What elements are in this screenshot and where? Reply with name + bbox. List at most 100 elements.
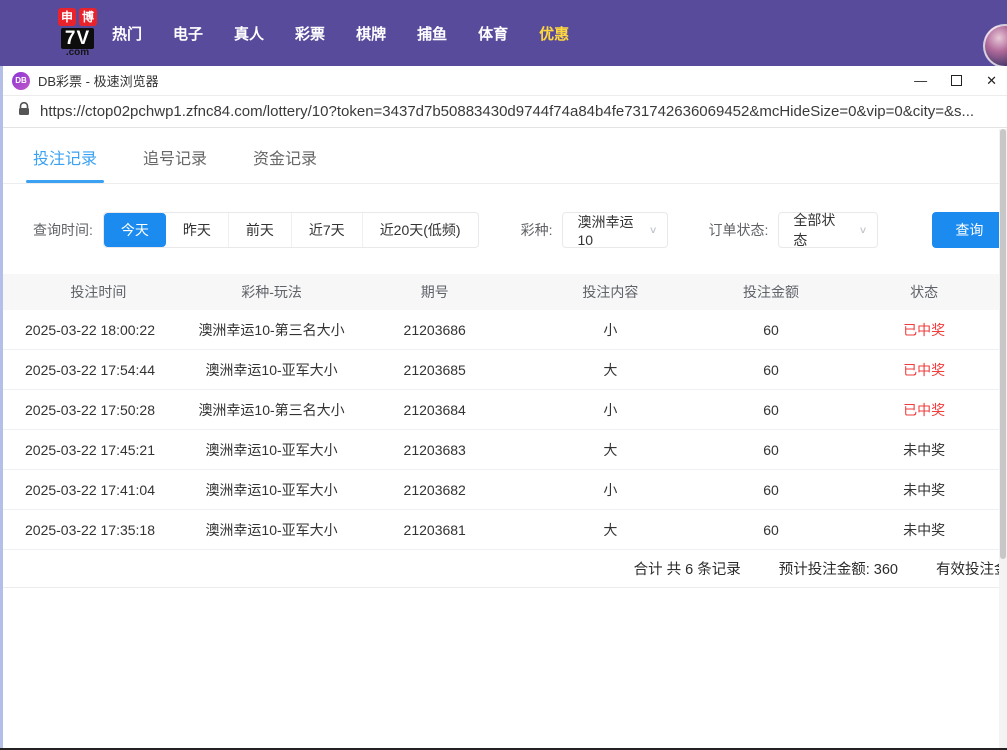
maximize-icon[interactable] bbox=[951, 75, 962, 86]
url-text: https://ctop02pchwp1.zfnc84.com/lottery/… bbox=[40, 103, 974, 120]
chevron-down-icon: ∨ bbox=[649, 224, 658, 235]
window-left-edge bbox=[0, 66, 3, 748]
cell-status: 已中奖 bbox=[841, 320, 1007, 340]
lock-icon bbox=[18, 102, 30, 121]
user-avatar[interactable] bbox=[983, 24, 1007, 68]
cell-status: 未中奖 bbox=[841, 520, 1007, 540]
nav-item[interactable]: 热门 bbox=[112, 23, 142, 44]
logo-badge-left: 申 bbox=[58, 8, 76, 26]
summary-valid: 有效投注金额 bbox=[936, 558, 1007, 579]
cell-issue-number: 21203686 bbox=[349, 322, 520, 338]
nav-item[interactable]: 棋牌 bbox=[356, 23, 386, 44]
chevron-down-icon: ∨ bbox=[859, 224, 868, 235]
table-header-cell: 期号 bbox=[349, 282, 520, 302]
cell-bet-amount: 60 bbox=[701, 322, 842, 338]
nav-item[interactable]: 电子 bbox=[173, 23, 203, 44]
tab[interactable]: 投注记录 bbox=[33, 145, 97, 183]
time-filter-option[interactable]: 昨天 bbox=[166, 213, 228, 247]
cell-issue-number: 21203685 bbox=[349, 362, 520, 378]
order-status-select[interactable]: 全部状态 ∨ bbox=[778, 212, 878, 248]
bet-table: 投注时间彩种-玩法期号投注内容投注金额状态 2025-03-22 18:00:2… bbox=[3, 274, 1007, 550]
table-header-row: 投注时间彩种-玩法期号投注内容投注金额状态 bbox=[3, 274, 1007, 310]
time-filter-option[interactable]: 今天 bbox=[104, 213, 166, 247]
table-row[interactable]: 2025-03-22 17:41:04 澳洲幸运10-亚军大小 21203682… bbox=[3, 470, 1007, 510]
cell-bet-time: 2025-03-22 17:50:28 bbox=[3, 402, 194, 418]
cell-issue-number: 21203682 bbox=[349, 482, 520, 498]
table-header-cell: 状态 bbox=[841, 282, 1007, 302]
minimize-icon[interactable]: — bbox=[914, 74, 927, 87]
screen: 申 博 7V .com 热门 电子 真人 彩票 棋牌 捕鱼 体育 优惠 DB DB彩票 - 极… bbox=[0, 0, 1007, 750]
site-nav-items: 热门 电子 真人 彩票 棋牌 捕鱼 体育 优惠 bbox=[112, 23, 569, 44]
nav-item[interactable]: 真人 bbox=[234, 23, 264, 44]
filter-row: 查询时间: 今天昨天前天近7天近20天(低频) 彩种: 澳洲幸运10 ∨ 订单状… bbox=[33, 212, 1007, 248]
lottery-select[interactable]: 澳洲幸运10 ∨ bbox=[562, 212, 668, 248]
scrollbar-thumb[interactable] bbox=[1000, 129, 1006, 559]
cell-bet-amount: 60 bbox=[701, 402, 842, 418]
cell-status: 未中奖 bbox=[841, 440, 1007, 460]
nav-item[interactable]: 彩票 bbox=[295, 23, 325, 44]
logo-badges: 申 博 bbox=[58, 8, 97, 26]
cell-bet-amount: 60 bbox=[701, 362, 842, 378]
time-filter-option[interactable]: 近20天(低频) bbox=[362, 213, 478, 247]
nav-item[interactable]: 体育 bbox=[478, 23, 508, 44]
page-content: 投注记录 追号记录 资金记录 查询时间: 今天昨天前天近7天近20天(低频) 彩种:… bbox=[3, 129, 1007, 748]
cell-game-play: 澳洲幸运10-亚军大小 bbox=[194, 360, 350, 380]
nav-item[interactable]: 捕鱼 bbox=[417, 23, 447, 44]
logo-name: 7V bbox=[61, 28, 94, 49]
summary-total: 合计 共 6 条记录 bbox=[634, 558, 741, 579]
site-logo[interactable]: 申 博 7V .com bbox=[58, 8, 97, 58]
cell-game-play: 澳洲幸运10-第三名大小 bbox=[194, 400, 350, 420]
record-tabs: 投注记录 追号记录 资金记录 bbox=[3, 129, 1007, 184]
cell-game-play: 澳洲幸运10-亚军大小 bbox=[194, 520, 350, 540]
cell-bet-content: 大 bbox=[520, 360, 701, 380]
tab[interactable]: 资金记录 bbox=[253, 145, 317, 183]
search-button[interactable]: 查询 bbox=[932, 212, 1006, 248]
browser-favicon-icon: DB bbox=[12, 72, 30, 90]
browser-title-bar: DB DB彩票 - 极速浏览器 — ✕ bbox=[0, 66, 1007, 96]
table-row[interactable]: 2025-03-22 17:50:28 澳洲幸运10-第三名大小 2120368… bbox=[3, 390, 1007, 430]
time-filter-label: 查询时间: bbox=[33, 220, 93, 240]
status-filter-label: 订单状态: bbox=[708, 220, 768, 240]
cell-bet-content: 大 bbox=[520, 520, 701, 540]
cell-bet-content: 小 bbox=[520, 320, 701, 340]
cell-issue-number: 21203681 bbox=[349, 522, 520, 538]
nav-item[interactable]: 优惠 bbox=[539, 23, 569, 44]
table-header-cell: 彩种-玩法 bbox=[194, 282, 350, 302]
tab[interactable]: 追号记录 bbox=[143, 145, 207, 183]
cell-game-play: 澳洲幸运10-第三名大小 bbox=[194, 320, 350, 340]
window-title: DB彩票 - 极速浏览器 bbox=[38, 71, 159, 90]
cell-bet-time: 2025-03-22 17:45:21 bbox=[3, 442, 194, 458]
time-filter-group: 今天昨天前天近7天近20天(低频) bbox=[103, 212, 479, 248]
cell-status: 已中奖 bbox=[841, 360, 1007, 380]
cell-bet-amount: 60 bbox=[701, 522, 842, 538]
cell-game-play: 澳洲幸运10-亚军大小 bbox=[194, 480, 350, 500]
lottery-filter-label: 彩种: bbox=[521, 220, 553, 240]
lottery-select-value: 澳洲幸运10 bbox=[577, 212, 638, 248]
cell-status: 未中奖 bbox=[841, 480, 1007, 500]
table-header-cell: 投注时间 bbox=[3, 282, 194, 302]
status-select-value: 全部状态 bbox=[793, 210, 848, 250]
cell-issue-number: 21203684 bbox=[349, 402, 520, 418]
cell-status: 已中奖 bbox=[841, 400, 1007, 420]
table-header-cell: 投注金额 bbox=[701, 282, 842, 302]
logo-tld: .com bbox=[66, 48, 89, 58]
table-row[interactable]: 2025-03-22 17:54:44 澳洲幸运10-亚军大小 21203685… bbox=[3, 350, 1007, 390]
cell-issue-number: 21203683 bbox=[349, 442, 520, 458]
url-bar[interactable]: https://ctop02pchwp1.zfnc84.com/lottery/… bbox=[0, 96, 1007, 128]
cell-bet-amount: 60 bbox=[701, 442, 842, 458]
cell-bet-content: 小 bbox=[520, 400, 701, 420]
table-row[interactable]: 2025-03-22 18:00:22 澳洲幸运10-第三名大小 2120368… bbox=[3, 310, 1007, 350]
table-row[interactable]: 2025-03-22 17:35:18 澳洲幸运10-亚军大小 21203681… bbox=[3, 510, 1007, 550]
close-icon[interactable]: ✕ bbox=[986, 74, 997, 87]
table-row[interactable]: 2025-03-22 17:45:21 澳洲幸运10-亚军大小 21203683… bbox=[3, 430, 1007, 470]
cell-bet-time: 2025-03-22 17:35:18 bbox=[3, 522, 194, 538]
logo-badge-right: 博 bbox=[79, 8, 97, 26]
cell-bet-time: 2025-03-22 17:54:44 bbox=[3, 362, 194, 378]
cell-bet-time: 2025-03-22 17:41:04 bbox=[3, 482, 194, 498]
scrollbar[interactable] bbox=[999, 129, 1007, 748]
time-filter-option[interactable]: 前天 bbox=[228, 213, 291, 247]
time-filter-option[interactable]: 近7天 bbox=[291, 213, 362, 247]
bet-table-body: 2025-03-22 18:00:22 澳洲幸运10-第三名大小 2120368… bbox=[3, 310, 1007, 550]
cell-bet-time: 2025-03-22 18:00:22 bbox=[3, 322, 194, 338]
cell-game-play: 澳洲幸运10-亚军大小 bbox=[194, 440, 350, 460]
